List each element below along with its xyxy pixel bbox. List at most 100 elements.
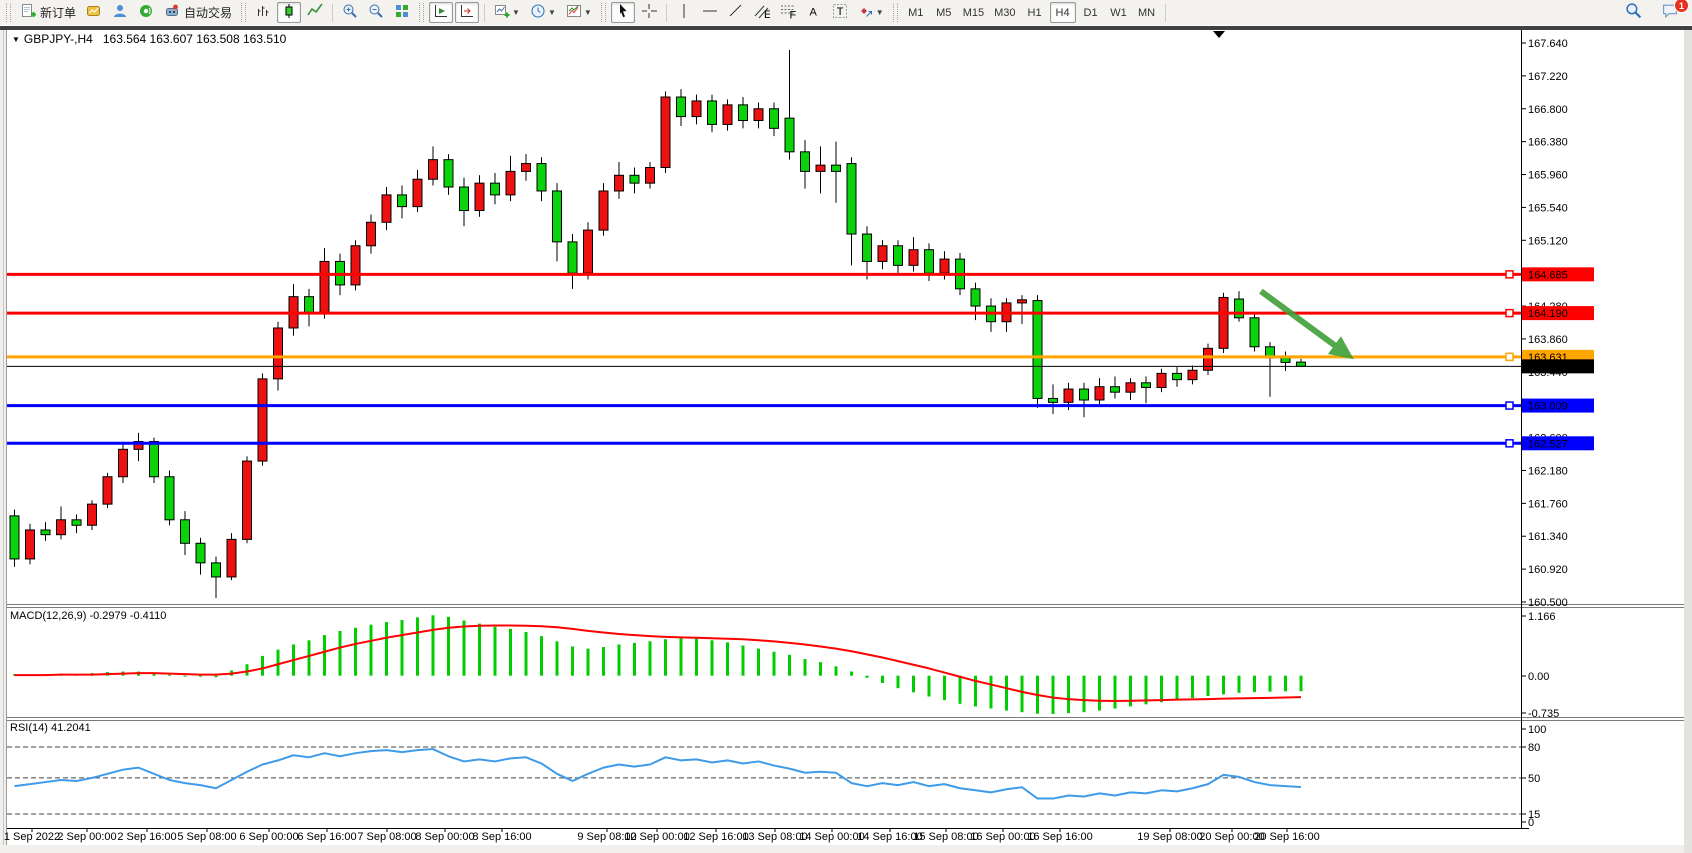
timeframe-m30-button[interactable]: M30	[990, 2, 1019, 23]
macd-tick-label: 1.166	[1528, 611, 1556, 623]
timeframe-d1-button[interactable]: D1	[1078, 2, 1104, 23]
bull-candle	[382, 195, 391, 222]
date-label: 5 Sep 08:00	[177, 831, 236, 843]
toolbar-grip[interactable]	[419, 3, 424, 22]
auto-trading-label: 自动交易	[184, 4, 232, 21]
candlestick-chart-button[interactable]	[277, 2, 301, 23]
price-tick-label: 165.960	[1528, 170, 1568, 182]
macd-histogram-bar	[1269, 676, 1272, 692]
periods-button[interactable]: ▼	[526, 2, 560, 23]
bear-candle	[553, 191, 562, 242]
zoom-out-button[interactable]	[364, 2, 388, 23]
new-order-button[interactable]: 新订单	[16, 2, 80, 23]
macd-histogram-bar	[1067, 676, 1070, 713]
bear-candle	[770, 109, 779, 129]
macd-histogram-bar	[432, 615, 435, 675]
bear-candle	[708, 101, 717, 124]
auto-trading-button[interactable]: 自动交易	[160, 2, 236, 23]
vertical-line-icon	[676, 3, 692, 22]
text-a-icon: A	[806, 3, 822, 22]
line-chart-button[interactable]	[303, 2, 327, 23]
bull-candle	[661, 97, 670, 167]
templates-button[interactable]: ▼	[562, 2, 596, 23]
bear-candle	[1235, 299, 1244, 318]
chat-button[interactable]: 1	[1657, 1, 1683, 22]
toolbar-grip[interactable]	[601, 3, 606, 22]
macd-tick-label: -0.735	[1528, 708, 1559, 720]
community-button[interactable]	[108, 2, 132, 23]
text-button[interactable]: A	[802, 2, 826, 23]
toolbar: 新订单 自动交易 ▼ ▼ ▼	[0, 0, 1692, 25]
bull-candle	[103, 477, 112, 504]
trendline-button[interactable]	[724, 2, 748, 23]
timeframe-h4-button[interactable]: H4	[1050, 2, 1076, 23]
macd-histogram-bar	[478, 624, 481, 676]
search-button[interactable]	[1621, 1, 1646, 22]
cursor-button[interactable]	[611, 2, 635, 23]
macd-histogram-bar	[1005, 676, 1008, 711]
toolbar-grip[interactable]	[241, 3, 246, 22]
indicators-button[interactable]: ▼	[490, 2, 524, 23]
crosshair-button[interactable]	[637, 2, 661, 23]
bear-candle	[444, 160, 453, 187]
toolbar-separator	[484, 4, 485, 22]
toolbar-grip[interactable]	[893, 3, 898, 22]
line-chart-icon	[307, 3, 323, 22]
line-handle[interactable]	[1506, 310, 1513, 317]
line-handle[interactable]	[1506, 402, 1513, 409]
price-tick-label: 165.540	[1528, 202, 1568, 214]
bear-candle	[1250, 318, 1259, 347]
line-handle[interactable]	[1506, 353, 1513, 360]
macd-histogram-bar	[602, 647, 605, 676]
horizontal-line-button[interactable]	[698, 2, 722, 23]
bear-candle	[398, 195, 407, 207]
toolbar-grip[interactable]	[6, 3, 11, 22]
collapse-triangle-icon[interactable]: ▼	[12, 35, 20, 44]
macd-histogram-bar	[308, 640, 311, 675]
clock-icon	[530, 3, 546, 22]
chart-canvas[interactable]: 167.640167.220166.800166.380165.960165.5…	[0, 0, 1692, 853]
text-label-button[interactable]: T	[828, 2, 852, 23]
timeframe-m5-button[interactable]: M5	[931, 2, 957, 23]
indicators-icon	[494, 3, 510, 22]
timeframe-m1-button[interactable]: M1	[903, 2, 929, 23]
vertical-line-button[interactable]	[672, 2, 696, 23]
line-handle[interactable]	[1506, 271, 1513, 278]
equidistant-channel-button[interactable]: E	[750, 2, 774, 23]
macd-tick-label: 0.00	[1528, 671, 1549, 683]
horizontal-line-icon	[702, 3, 718, 22]
auto-trading-robot-icon	[164, 3, 180, 22]
bear-candle	[847, 164, 856, 234]
timeframe-w1-button[interactable]: W1	[1106, 2, 1132, 23]
timeframe-h1-button[interactable]: H1	[1022, 2, 1048, 23]
fibonacci-button[interactable]: F	[776, 2, 800, 23]
chart-profile-icon	[86, 3, 102, 22]
price-tag-label: 163.009	[1528, 401, 1568, 413]
macd-histogram-bar	[1052, 676, 1055, 714]
bull-candle	[413, 179, 422, 206]
auto-scroll-button[interactable]	[429, 2, 453, 23]
timeframe-m15-button[interactable]: M15	[959, 2, 988, 23]
tile-windows-button[interactable]	[390, 2, 414, 23]
zoom-in-button[interactable]	[338, 2, 362, 23]
macd-histogram-bar	[261, 656, 264, 676]
macd-histogram-bar	[463, 621, 466, 676]
price-tick-label: 160.920	[1528, 564, 1568, 576]
cursor-arrow-icon	[615, 3, 631, 22]
price-tick-label: 161.340	[1528, 531, 1568, 543]
macd-histogram-bar	[1191, 676, 1194, 698]
chart-shift-button[interactable]	[455, 2, 479, 23]
bear-candle	[971, 289, 980, 306]
price-tag-label: 164.685	[1528, 269, 1568, 281]
macd-histogram-bar	[881, 676, 884, 683]
tile-windows-icon	[394, 3, 410, 22]
arrows-button[interactable]: ▼	[854, 2, 888, 23]
timeframe-mn-button[interactable]: MN	[1134, 2, 1160, 23]
signals-button[interactable]	[134, 2, 158, 23]
bar-chart-button[interactable]	[251, 2, 275, 23]
bull-candle	[816, 165, 825, 171]
macd-histogram-bar	[540, 636, 543, 676]
chevron-down-icon: ▼	[512, 8, 520, 17]
charts-button[interactable]	[82, 2, 106, 23]
line-handle[interactable]	[1506, 440, 1513, 447]
